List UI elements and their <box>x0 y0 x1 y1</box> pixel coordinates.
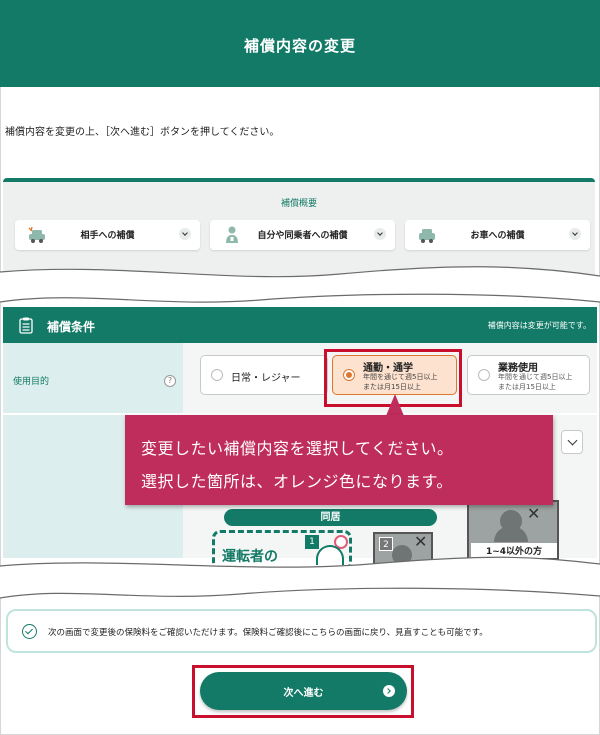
page-title: 補償内容の変更 <box>243 37 356 55</box>
conditions-header: 補償条件 補償内容は変更が可能です。 <box>3 307 597 343</box>
instruction-callout: 変更したい補償内容を選択してください。 選択した箇所は、オレンジ色になります。 <box>125 415 553 505</box>
radio-button[interactable] <box>478 369 490 381</box>
chevron-down-icon <box>569 228 581 240</box>
option-label: 日常・レジャー <box>231 373 301 384</box>
summary-card-label: お車への補償 <box>470 231 525 241</box>
summary-title: 補償概要 <box>280 199 317 209</box>
callout-pointer <box>386 394 404 416</box>
summary-card-self[interactable]: 自分や同乗者への補償 <box>210 220 395 250</box>
conditions-title: 補償条件 <box>47 320 96 334</box>
conditions-note: 補償内容は変更が可能です。 <box>487 321 591 330</box>
chevron-down-icon <box>374 228 386 240</box>
help-icon[interactable]: ? <box>164 375 176 387</box>
chevron-down-icon <box>179 228 191 240</box>
tear-separator <box>0 556 600 599</box>
next-button-label: 次へ進む <box>283 688 324 699</box>
confirm-text: 次の画面で変更後の保険料をご確認いただけます。保険料ご確認後にこちらの画面に戻り… <box>48 628 488 638</box>
usage-purpose-label: 使用目的 <box>13 377 50 387</box>
check-circle-icon <box>22 624 37 639</box>
chevron-right-icon <box>383 685 395 697</box>
summary-card-label: 相手への補償 <box>80 231 135 241</box>
chevron-down-icon[interactable] <box>561 430 583 454</box>
summary-card-third-party[interactable]: 相手への補償 <box>15 220 200 250</box>
option-sub: 年間を通じて週5日以上 または月15日以上 <box>498 373 573 391</box>
option-business[interactable]: 業務使用 年間を通じて週5日以上 または月15日以上 <box>467 355 590 395</box>
cohabit-tag: 同居 <box>224 509 437 526</box>
next-button[interactable]: 次へ進む <box>200 672 407 710</box>
badge-1: 1 <box>305 535 319 549</box>
badge-2: 2 <box>379 537 393 551</box>
instruction-text: 補償内容を変更の上、［次へ進む］ボタンを押してください。 <box>5 127 280 138</box>
tear-separator <box>0 266 600 304</box>
close-icon: ✕ <box>527 504 541 523</box>
summary-card-label: 自分や同乗者への補償 <box>257 231 348 241</box>
confirm-note: 次の画面で変更後の保険料をご確認いただけます。保険料ご確認後にこちらの画面に戻り… <box>6 609 597 653</box>
close-icon: ✕ <box>414 532 428 551</box>
page-header: 補償内容の変更 <box>0 0 600 87</box>
callout-line-2: 選択した箇所は、オレンジ色になります。 <box>141 472 453 491</box>
callout-line-1: 変更したい補償内容を選択してください。 <box>141 439 454 458</box>
option-daily-leisure[interactable]: 日常・レジャー <box>200 355 328 395</box>
radio-button[interactable] <box>211 369 223 381</box>
clipboard-icon <box>19 317 33 334</box>
summary-card-vehicle[interactable]: お車への補償 <box>405 220 590 250</box>
